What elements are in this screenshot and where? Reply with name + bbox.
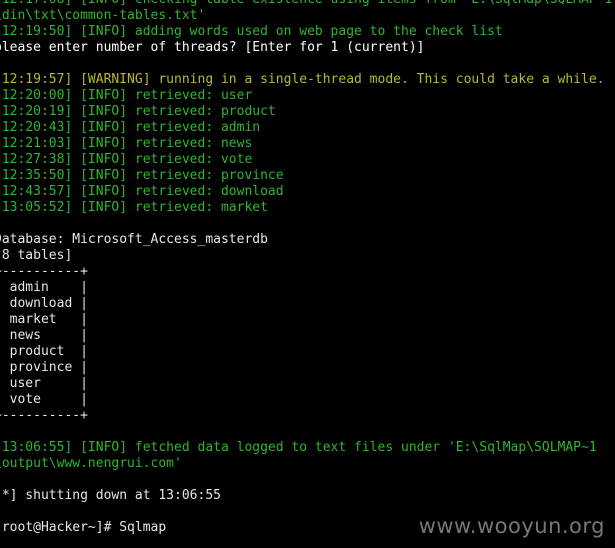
terminal-line: [13:05:52] [INFO] retrieved: market [0, 200, 615, 216]
terminal-line: \din\txt\common-tables.txt' [0, 8, 615, 24]
watermark: www.wooyun.org [418, 514, 605, 538]
terminal-output: [12:17:08] [INFO] checking table existen… [0, 0, 615, 536]
terminal-line: [12:20:19] [INFO] retrieved: product [0, 104, 615, 120]
terminal-line: [12:17:08] [INFO] checking table existen… [0, 0, 615, 8]
terminal-line-text: | market | [0, 312, 88, 327]
terminal-line-text: | news | [0, 328, 88, 343]
terminal-line: | user | [0, 376, 615, 392]
terminal-line-text: please enter number of threads? [Enter f… [0, 40, 425, 55]
terminal-line-text: Database: Microsoft_Access_masterdb [0, 232, 268, 247]
terminal-line-text: [12:27:38] [INFO] retrieved: vote [0, 152, 253, 167]
terminal-line: | admin | [0, 280, 615, 296]
terminal-line-text: [12:20:43] [INFO] retrieved: admin [0, 120, 261, 135]
terminal-line: [12:35:50] [INFO] retrieved: province [0, 168, 615, 184]
terminal-line-text: | province | [0, 360, 88, 375]
terminal-line-text: | download | [0, 296, 88, 311]
terminal-line: | vote | [0, 392, 615, 408]
terminal-line: [12:20:00] [INFO] retrieved: user [0, 88, 615, 104]
terminal-line: [8 tables] [0, 248, 615, 264]
terminal-line: +----------+ [0, 264, 615, 280]
terminal-line-text: [12:17:08] [INFO] checking table existen… [0, 0, 612, 7]
terminal-line: +----------+ [0, 408, 615, 424]
terminal-line-text: +----------+ [0, 264, 88, 279]
terminal-line: | download | [0, 296, 615, 312]
terminal-line: Database: Microsoft_Access_masterdb [0, 232, 615, 248]
terminal-line-text: | product | [0, 344, 88, 359]
terminal-line: [12:19:50] [INFO] adding words used on w… [0, 24, 615, 40]
terminal-line: | province | [0, 360, 615, 376]
terminal-line-text: | admin | [0, 280, 88, 295]
terminal-line-text: | vote | [0, 392, 88, 407]
terminal-line: please enter number of threads? [Enter f… [0, 40, 615, 56]
terminal-line: [12:20:43] [INFO] retrieved: admin [0, 120, 615, 136]
terminal-line-text: [12:21:03] [INFO] retrieved: news [0, 136, 253, 151]
terminal-line: [12:21:03] [INFO] retrieved: news [0, 136, 615, 152]
terminal-line-text: [12:19:57] [WARNING] running in a single… [0, 72, 605, 87]
terminal-line-text: [8 tables] [0, 248, 73, 263]
terminal-line-text: [12:43:57] [INFO] retrieved: download [0, 184, 284, 199]
terminal-line-text: \output\www.nengrui.com' [0, 456, 182, 471]
terminal-line-text: [root@Hacker~]# Sqlmap [0, 520, 167, 535]
terminal-line-text: +----------+ [0, 408, 88, 423]
terminal-line: \output\www.nengrui.com' [0, 456, 615, 472]
terminal-line: | product | [0, 344, 615, 360]
terminal-line: [12:19:57] [WARNING] running in a single… [0, 72, 615, 88]
terminal-line-text: [13:06:55] [INFO] fetched data logged to… [0, 440, 597, 455]
terminal-line: [*] shutting down at 13:06:55 [0, 488, 615, 504]
terminal-line-text: [13:05:52] [INFO] retrieved: market [0, 200, 268, 215]
terminal-line-text: \din\txt\common-tables.txt' [0, 8, 206, 23]
terminal-line: | market | [0, 312, 615, 328]
terminal-line-text: [12:35:50] [INFO] retrieved: province [0, 168, 284, 183]
terminal-line-text: [12:20:00] [INFO] retrieved: user [0, 88, 253, 103]
terminal-line-text: [*] shutting down at 13:06:55 [0, 488, 221, 503]
terminal-line: [12:27:38] [INFO] retrieved: vote [0, 152, 615, 168]
terminal-line-text: | user | [0, 376, 88, 391]
terminal-line-text: [12:19:50] [INFO] adding words used on w… [0, 24, 503, 39]
terminal-line-text: [12:20:19] [INFO] retrieved: product [0, 104, 276, 119]
terminal-line: [13:06:55] [INFO] fetched data logged to… [0, 440, 615, 456]
terminal-line: | news | [0, 328, 615, 344]
terminal-line: [12:43:57] [INFO] retrieved: download [0, 184, 615, 200]
